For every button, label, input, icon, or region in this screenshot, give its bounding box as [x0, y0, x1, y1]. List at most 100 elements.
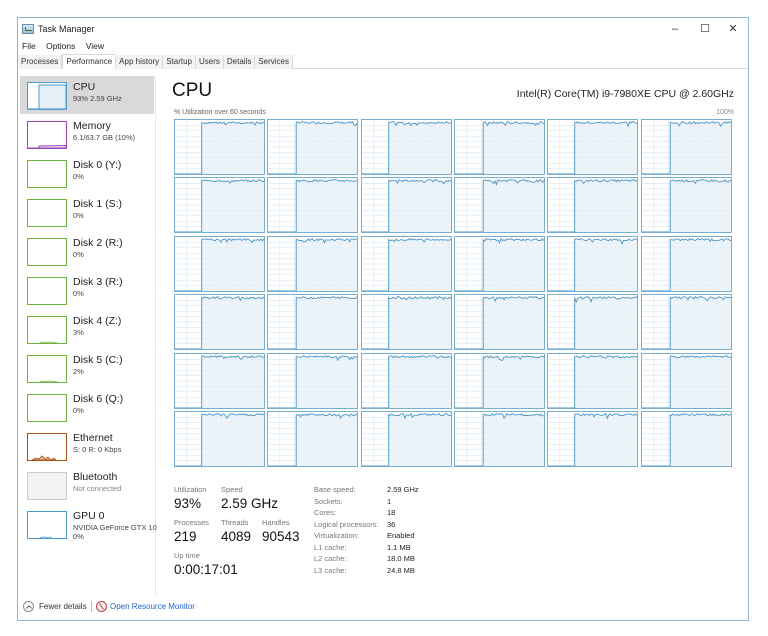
- utilization-area: [454, 121, 544, 174]
- processes-value: 219: [174, 529, 197, 544]
- logical-processor-graph-29: [640, 352, 732, 409]
- menu-view[interactable]: View: [82, 40, 108, 51]
- utilization-label: Utilization: [174, 485, 207, 494]
- utilization-area: [454, 355, 544, 408]
- tab-details[interactable]: Details: [223, 55, 256, 69]
- footer-divider: [91, 601, 92, 612]
- sidebar-thumbnail-graph: [27, 433, 67, 461]
- utilization-area: [641, 355, 731, 408]
- utilization-area: [175, 238, 264, 291]
- tab-processes[interactable]: Processes: [18, 55, 63, 69]
- cpu-core-chart: [641, 412, 731, 466]
- chevron-up-circle-icon[interactable]: [23, 601, 34, 612]
- tab-app-history[interactable]: App history: [116, 55, 164, 69]
- tab-performance[interactable]: Performance: [62, 54, 117, 69]
- menu-options[interactable]: Options: [42, 40, 79, 51]
- cpu-core-chart: [175, 178, 264, 233]
- tab-startup[interactable]: Startup: [163, 55, 196, 69]
- logical-processor-graph-18: [174, 294, 265, 351]
- cpu-core-chart: [268, 236, 358, 291]
- task-manager-window: Task Manager – ☐ ✕ File Options View Pro…: [17, 17, 749, 621]
- thumbnail-sparkline: [28, 144, 66, 148]
- tab-users[interactable]: Users: [195, 55, 224, 69]
- cpu-core-chart: [454, 295, 544, 350]
- sidebar-thumbnail-graph: [27, 277, 67, 305]
- sidebar-item-disk-2-r[interactable]: Disk 2 (R:) 0%: [20, 232, 154, 270]
- utilization-area: [268, 413, 358, 466]
- logical-processor-graph-7: [267, 177, 359, 234]
- uptime-label: Up time: [174, 551, 200, 560]
- menu-file[interactable]: File: [18, 40, 40, 51]
- logical-processor-graph-31: [267, 411, 359, 467]
- sidebar-item-ethernet[interactable]: Ethernet S: 0 R: 0 Kbps: [20, 427, 154, 465]
- cpu-model-name: Intel(R) Core(TM) i9-7980XE CPU @ 2.60GH…: [516, 88, 734, 100]
- logical-processor-graph-2: [360, 119, 452, 175]
- sidebar-item-disk-5-c[interactable]: Disk 5 (C:) 2%: [20, 349, 154, 387]
- open-resource-monitor-link[interactable]: Open Resource Monitor: [110, 602, 195, 611]
- logical-processor-graph-33: [453, 411, 545, 467]
- sidebar-item-value: S: 0 R: 0 Kbps: [73, 445, 122, 454]
- sidebar-item-disk-6-q[interactable]: Disk 6 (Q:) 0%: [20, 388, 154, 426]
- detail-value: Enabled: [387, 531, 415, 540]
- cpu-core-chart: [268, 120, 358, 174]
- sidebar-item-label: CPU: [73, 81, 96, 93]
- sidebar-thumbnail-graph: [27, 121, 67, 149]
- fewer-details-button[interactable]: Fewer details: [39, 602, 87, 611]
- resource-monitor-icon[interactable]: [96, 601, 107, 612]
- thumbnail-sparkline: [39, 380, 59, 382]
- logical-processor-graphs[interactable]: [174, 119, 734, 467]
- logical-processor-graph-32: [360, 411, 452, 467]
- minimize-button[interactable]: –: [660, 21, 690, 37]
- utilization-area: [454, 180, 544, 233]
- logical-processor-graph-0: [174, 119, 265, 175]
- cpu-thumbnail-area: [28, 84, 66, 109]
- detail-value: 24.8 MB: [387, 565, 415, 575]
- thumbnail-sparkline: [39, 536, 53, 538]
- processes-label: Processes: [174, 518, 210, 527]
- sidebar-item-disk-4-z[interactable]: Disk 4 (Z:) 3%: [20, 310, 154, 348]
- sidebar-thumbnail-graph: [27, 355, 67, 383]
- utilization-area: [454, 413, 544, 466]
- detail-label: Logical processors:: [314, 519, 379, 529]
- sidebar-item-memory[interactable]: Memory 6.1/63.7 GB (10%): [20, 115, 154, 153]
- thumbnail-sparkline: [28, 239, 66, 265]
- close-button[interactable]: ✕: [718, 21, 748, 37]
- sidebar-item-disk-1-s[interactable]: Disk 1 (S:) 0%: [20, 193, 154, 231]
- maximize-button[interactable]: ☐: [690, 21, 720, 37]
- cpu-core-chart: [175, 295, 264, 350]
- threads-label: Threads: [221, 518, 249, 527]
- sidebar-item-disk-3-r[interactable]: Disk 3 (R:) 0%: [20, 271, 154, 309]
- sidebar-item-disk-0-y[interactable]: Disk 0 (Y:) 0%: [20, 154, 154, 192]
- thumbnail-sparkline: [28, 473, 66, 499]
- utilization-area: [268, 238, 358, 291]
- tab-services[interactable]: Services: [255, 55, 294, 69]
- sidebar-item-gpu-0[interactable]: GPU 0 NVIDIA GeForce GTX 10 0%: [20, 505, 157, 543]
- cpu-core-chart: [641, 178, 731, 233]
- sidebar-item-bluetooth[interactable]: Bluetooth Not connected: [20, 466, 154, 504]
- utilization-area: [641, 413, 731, 466]
- cpu-core-chart: [175, 236, 264, 291]
- utilization-area: [454, 296, 544, 350]
- utilization-area: [361, 179, 451, 233]
- cpu-core-chart: [361, 236, 451, 291]
- sidebar-item-value: Not connected: [73, 484, 122, 493]
- thumbnail-sparkline: [28, 395, 66, 421]
- speed-value: 2.59 GHz: [221, 496, 279, 511]
- threads-value: 4089: [221, 529, 252, 544]
- utilization-area: [268, 296, 358, 350]
- sidebar-item-label: Ethernet: [73, 432, 113, 444]
- logical-processor-graph-26: [360, 352, 452, 409]
- utilization-area: [548, 296, 638, 350]
- utilization-area: [548, 180, 638, 233]
- detail-label: L1 cache:: [314, 542, 347, 552]
- utilization-area: [548, 121, 638, 174]
- thumbnail-sparkline: [31, 455, 57, 460]
- detail-label: L2 cache:: [314, 554, 347, 563]
- logical-processor-graph-12: [174, 235, 265, 292]
- utilization-area: [361, 355, 451, 408]
- sidebar-item-value: 0%: [73, 289, 84, 298]
- window-title: Task Manager: [38, 24, 95, 34]
- utilization-area: [175, 296, 264, 350]
- title-bar[interactable]: Task Manager – ☐ ✕: [18, 18, 748, 40]
- sidebar-item-cpu[interactable]: CPU 93% 2.59 GHz: [20, 76, 154, 114]
